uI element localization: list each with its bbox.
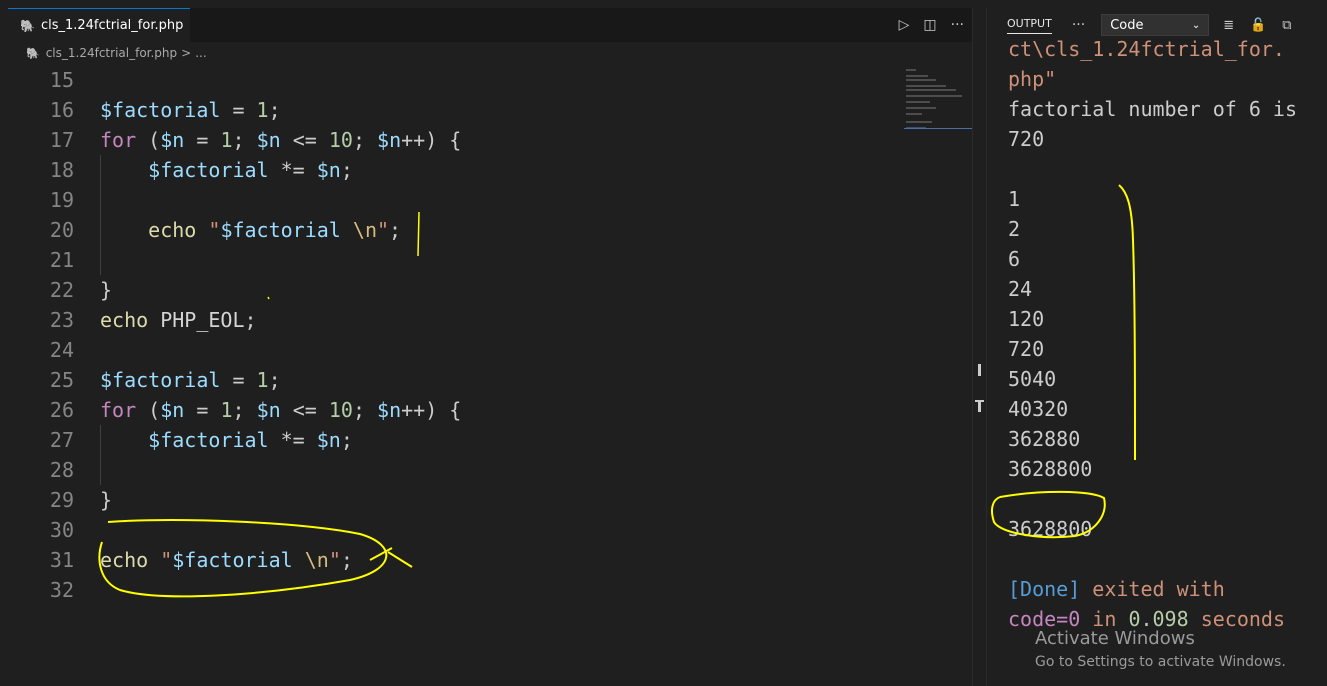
minimap[interactable] — [904, 65, 972, 135]
panel-more-icon[interactable]: ··· — [1072, 17, 1085, 33]
split-editor-icon[interactable]: ◫ — [923, 17, 936, 33]
line-number: 29 — [49, 488, 74, 512]
output-line: ct\cls_1.24fctrial_for. — [1008, 37, 1285, 61]
code-text[interactable]: echo "$factorial \n"; — [100, 545, 353, 575]
window-top-strip — [0, 0, 1327, 8]
breadcrumb: 🐘 cls_1.24fctrial_for.php > ... — [8, 42, 972, 64]
line-number: 28 — [49, 458, 74, 482]
line-number: 17 — [49, 128, 74, 152]
code-text[interactable]: for ($n = 1; $n <= 10; $n++) { — [100, 125, 461, 155]
output-line: 3628800 — [1008, 517, 1093, 541]
code-text[interactable]: for ($n = 1; $n <= 10; $n++) { — [100, 395, 461, 425]
output-line: 362880 — [1008, 427, 1081, 451]
indent-guide — [100, 155, 101, 275]
watermark-title: Activate Windows — [1035, 628, 1195, 649]
output-line: 5040 — [1008, 367, 1057, 391]
output-line: 2 — [1008, 217, 1021, 241]
code-text[interactable]: } — [100, 485, 112, 515]
code-text[interactable]: $factorial *= $n; — [100, 425, 353, 455]
code-text[interactable]: } — [100, 275, 112, 305]
editor-actions: ▷ ◫ ··· — [899, 8, 964, 42]
watermark-subtitle: Go to Settings to activate Windows. — [1035, 654, 1286, 670]
line-number: 19 — [49, 188, 74, 212]
tab-file[interactable]: 🐘 cls_1.24fctrial_for.php — [8, 8, 190, 42]
line-number: 32 — [49, 578, 74, 602]
line-number: 20 — [49, 218, 74, 242]
output-line: php" — [1008, 67, 1057, 91]
output-line: factorial number of 6 is — [1008, 97, 1297, 121]
code-text[interactable]: $factorial = 1; — [100, 365, 281, 395]
output-line: 40320 — [1008, 397, 1069, 421]
php-elephant-icon: 🐘 — [26, 46, 40, 60]
editor-pane: 🐘 cls_1.24fctrial_for.php ▷ ◫ ··· 🐘 cls_… — [8, 8, 980, 686]
more-actions-icon[interactable]: ··· — [951, 17, 964, 33]
line-number: 26 — [49, 398, 74, 422]
run-icon[interactable]: ▷ — [899, 17, 910, 33]
tab-bar: 🐘 cls_1.24fctrial_for.php ▷ ◫ ··· — [8, 8, 972, 42]
line-number: 23 — [49, 308, 74, 332]
filter-list-icon[interactable]: ≣ — [1223, 18, 1234, 33]
line-number: 16 — [49, 98, 74, 122]
line-number: 31 — [49, 548, 74, 572]
chevron-down-icon: ⌄ — [1191, 19, 1201, 31]
output-line: 3628800 — [1008, 457, 1093, 481]
output-line: 24 — [1008, 277, 1033, 301]
output-line: 6 — [1008, 247, 1021, 271]
code-text[interactable]: echo "$factorial \n"; — [100, 215, 401, 245]
breadcrumb-separator: > — [181, 46, 192, 60]
code-text[interactable]: $factorial *= $n; — [100, 155, 353, 185]
indent-guide — [100, 425, 101, 485]
line-number: 25 — [49, 368, 74, 392]
tab-output[interactable]: OUTPUT — [1007, 17, 1052, 34]
panel-sash[interactable] — [972, 8, 986, 686]
output-line: [Done] exited with — [1008, 577, 1225, 601]
line-number: 30 — [49, 518, 74, 542]
output-line: 720 — [1008, 337, 1045, 361]
output-channel-select[interactable]: Code ⌄ — [1101, 14, 1210, 36]
line-number: 24 — [49, 338, 74, 362]
breadcrumb-more[interactable]: ... — [195, 46, 206, 60]
output-line: 120 — [1008, 307, 1045, 331]
php-elephant-icon: 🐘 — [20, 18, 35, 33]
line-number: 21 — [49, 248, 74, 272]
lock-icon[interactable]: 🔓 — [1250, 18, 1266, 33]
line-number: 15 — [49, 68, 74, 92]
breadcrumb-file[interactable]: cls_1.24fctrial_for.php — [46, 46, 177, 60]
tab-filename: cls_1.24fctrial_for.php — [40, 18, 184, 33]
code-text[interactable]: $factorial = 1; — [100, 95, 281, 125]
output-line: 1 — [1008, 187, 1021, 211]
output-panel: OUTPUT ··· Code ⌄ ≣ 🔓 ⧉ ct\cls_1.24fctri… — [986, 8, 1327, 686]
copy-icon[interactable]: ⧉ — [1282, 18, 1291, 33]
code-text[interactable]: echo PHP_EOL; — [100, 305, 257, 335]
output-channel-value: Code — [1110, 17, 1144, 33]
output-line: 720 — [1008, 127, 1045, 151]
line-number: 27 — [49, 428, 74, 452]
line-number: 22 — [49, 278, 74, 302]
line-number: 18 — [49, 158, 74, 182]
